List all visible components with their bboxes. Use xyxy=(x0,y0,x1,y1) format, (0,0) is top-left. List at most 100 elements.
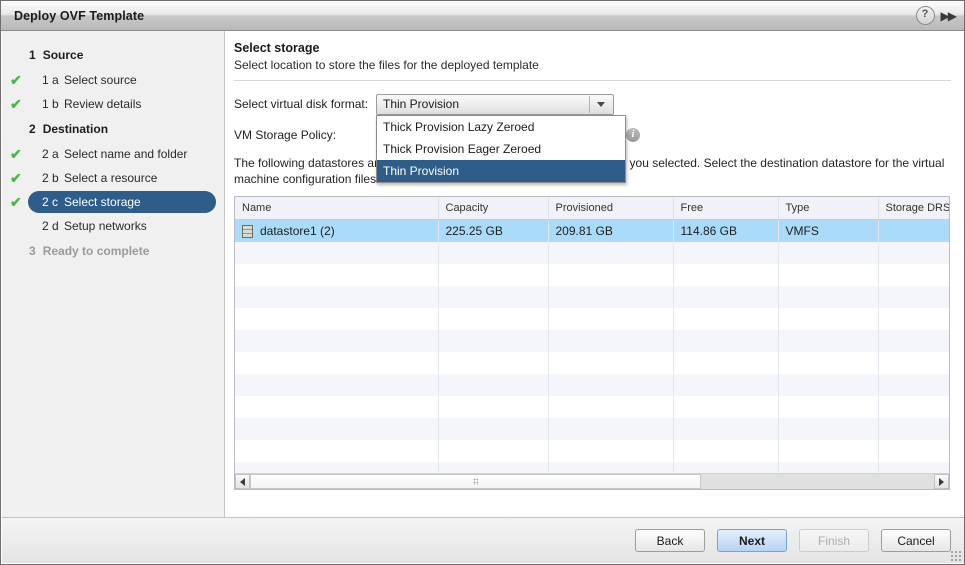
cell-empty xyxy=(878,440,949,462)
scrollbar-track[interactable] xyxy=(250,474,934,489)
column-header-capacity[interactable]: Capacity xyxy=(438,197,549,220)
cell-empty xyxy=(235,352,439,374)
next-button[interactable]: Next xyxy=(717,529,787,552)
sidebar-item-select-a-resource[interactable]: ✔ 2 b Select a resource xyxy=(10,167,216,189)
table-row-empty xyxy=(235,330,949,352)
cell-empty xyxy=(235,418,439,440)
cell-empty xyxy=(235,264,439,286)
resize-grip-icon[interactable] xyxy=(950,550,962,562)
cell-empty xyxy=(673,396,779,418)
cell-empty xyxy=(548,308,674,330)
table-row-empty xyxy=(235,286,949,308)
cell-empty xyxy=(673,264,779,286)
column-header-free[interactable]: Free xyxy=(673,197,779,220)
back-button[interactable]: Back xyxy=(635,529,705,552)
finish-button: Finish xyxy=(799,529,869,552)
check-icon: ✔ xyxy=(10,96,22,112)
title-divider xyxy=(234,80,951,81)
window-titlebar: Deploy OVF Template ? ▶▶ xyxy=(1,1,964,31)
cell-empty xyxy=(778,352,879,374)
table-row-empty xyxy=(235,374,949,396)
cell-empty xyxy=(878,374,949,396)
table-row-empty xyxy=(235,264,949,286)
column-header-type[interactable]: Type xyxy=(778,197,879,220)
sidebar-item-review-details[interactable]: ✔ 1 b Review details xyxy=(10,93,216,115)
sidebar-item-label: Review details xyxy=(64,97,142,111)
cell-empty xyxy=(438,440,549,462)
disk-format-combo-wrap: Thin Provision Thick Provision Lazy Zero… xyxy=(376,93,626,183)
sidebar-item-select-source[interactable]: ✔ 1 a Select source xyxy=(10,69,216,91)
cell-empty xyxy=(778,418,879,440)
cell-empty xyxy=(778,242,879,264)
sidebar-item-label: Select source xyxy=(64,73,137,87)
cell-empty xyxy=(548,242,674,264)
disk-format-options-list[interactable]: Thick Provision Lazy Zeroed Thick Provisi… xyxy=(376,114,626,183)
cell-empty xyxy=(878,264,949,286)
sidebar-group-source: 1 Source xyxy=(2,43,224,67)
cell-empty xyxy=(778,308,879,330)
page-title: Select storage xyxy=(234,41,320,55)
cell-empty xyxy=(673,286,779,308)
cell-empty xyxy=(778,286,879,308)
table-row-empty xyxy=(235,242,949,264)
cell-empty xyxy=(235,396,439,418)
cell-provisioned: 209.81 GB xyxy=(548,219,674,242)
disk-format-option[interactable]: Thick Provision Eager Zeroed xyxy=(377,138,625,160)
sidebar-item-select-storage[interactable]: ✔ 2 c Select storage xyxy=(10,191,216,213)
cell-empty xyxy=(778,374,879,396)
sidebar-item-setup-networks[interactable]: 2 d Setup networks xyxy=(28,215,216,237)
cell-empty xyxy=(673,352,779,374)
column-header-name[interactable]: Name xyxy=(235,197,439,220)
sidebar-group-label: Ready to complete xyxy=(42,244,150,258)
cell-empty xyxy=(235,330,439,352)
disk-format-label: Select virtual disk format: xyxy=(234,97,369,111)
sidebar-item-number: 2 b xyxy=(42,171,59,185)
scroll-right-arrow-icon[interactable] xyxy=(934,474,949,489)
disk-format-row: Select virtual disk format: Thin Provisi… xyxy=(234,93,951,183)
cell-empty xyxy=(878,330,949,352)
cell-empty xyxy=(673,330,779,352)
cell-storage-drs xyxy=(878,219,949,242)
scrollbar-thumb[interactable] xyxy=(250,474,702,489)
cell-empty xyxy=(778,396,879,418)
column-header-storage-drs[interactable]: Storage DRS xyxy=(878,197,949,220)
scrollbar-grip-icon xyxy=(473,478,479,485)
fast-forward-icon[interactable]: ▶▶ xyxy=(941,9,958,23)
sidebar-group-label: Source xyxy=(42,48,84,62)
cancel-button[interactable]: Cancel xyxy=(881,529,951,552)
window-title: Deploy OVF Template xyxy=(14,8,145,23)
main-panel: Select storage Select location to store … xyxy=(226,31,964,518)
info-icon[interactable]: i xyxy=(626,128,640,142)
horizontal-scrollbar[interactable] xyxy=(235,473,949,489)
cell-name: datastore1 (2) xyxy=(235,219,439,242)
deploy-ovf-template-dialog: Deploy OVF Template ? ▶▶ 1 Source ✔ 1 a Sele… xyxy=(0,0,965,565)
disk-format-option[interactable]: Thin Provision xyxy=(377,159,625,182)
check-icon: ✔ xyxy=(10,194,22,210)
cell-empty xyxy=(438,374,549,396)
cell-free: 114.86 GB xyxy=(673,219,779,242)
table-row-empty xyxy=(235,308,949,330)
sidebar-group-number: 3 xyxy=(29,244,36,258)
datastore-table: Name Capacity Provisioned Free Type Storage D… xyxy=(235,197,949,484)
cell-empty xyxy=(673,440,779,462)
disk-format-select[interactable]: Thin Provision xyxy=(376,93,614,115)
column-header-provisioned[interactable]: Provisioned xyxy=(548,197,674,220)
cell-type: VMFS xyxy=(778,219,879,242)
disk-format-value: Thin Provision xyxy=(383,97,460,111)
titlebar-actions: ? ▶▶ xyxy=(915,6,958,25)
cell-empty xyxy=(778,440,879,462)
sidebar-group-number: 2 xyxy=(29,122,36,136)
cell-empty xyxy=(438,286,549,308)
table-row-empty xyxy=(235,352,949,374)
disk-format-option[interactable]: Thick Provision Lazy Zeroed xyxy=(377,116,625,138)
cell-empty xyxy=(548,374,674,396)
cell-empty xyxy=(878,242,949,264)
sidebar-item-select-name-and-folder[interactable]: ✔ 2 a Select name and folder xyxy=(10,143,216,165)
sidebar-item-number: 1 a xyxy=(42,73,59,87)
sidebar-group-label: Destination xyxy=(42,122,109,136)
table-row[interactable]: datastore1 (2) 225.25 GB 209.81 GB 114.86 G… xyxy=(235,219,949,242)
sidebar-item-label: Select name and folder xyxy=(64,147,188,161)
chevron-down-icon[interactable] xyxy=(589,95,612,113)
help-icon[interactable]: ? xyxy=(915,6,935,25)
scroll-left-arrow-icon[interactable] xyxy=(235,474,250,489)
